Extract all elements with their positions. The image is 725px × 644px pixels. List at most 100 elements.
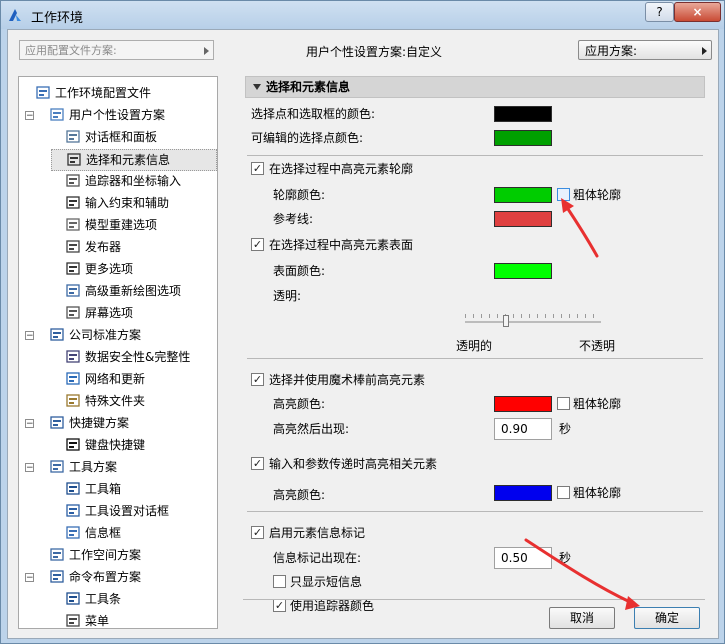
input-highlight-checkbox[interactable]: ✓	[251, 457, 264, 470]
network-icon	[65, 371, 81, 387]
tree-item-label: 信息框	[85, 526, 122, 540]
info-tag-label: 启用元素信息标记	[269, 526, 366, 540]
menu-icon	[65, 613, 81, 629]
dialog-client: 应用配置文件方案: 用户个性设置方案:自定义 应用方案: 工作环境配置文件 − 用户…	[7, 29, 719, 639]
highlight-bold-outline-label: 粗体轮廓	[573, 397, 622, 411]
tree-toggle[interactable]: −	[25, 111, 34, 121]
profile-select-placeholder: 应用配置文件方案:	[25, 44, 117, 57]
sel-points-color-label: 选择点和选取框的颜色:	[251, 107, 376, 121]
tree-item-label: 工作空间方案	[69, 548, 142, 562]
reference-line-label: 参考线:	[273, 212, 314, 226]
title-bar[interactable]: 工作环境 ? ×	[1, 1, 724, 29]
magic-wand-checkbox[interactable]: ✓	[251, 373, 264, 386]
tree-item-label: 工具箱	[85, 482, 122, 496]
sel-points-color-swatch[interactable]	[494, 106, 552, 122]
xyz-tracker-icon	[65, 173, 81, 189]
tree-toggle[interactable]: −	[25, 463, 34, 473]
apply-scheme-button[interactable]: 应用方案:	[578, 40, 712, 60]
app-icon	[9, 9, 21, 21]
tree-toggle[interactable]: −	[25, 573, 34, 583]
help-button[interactable]: ?	[645, 2, 674, 22]
tree-item-label: 追踪器和坐标输入	[85, 174, 182, 188]
surface-color-label: 表面颜色:	[273, 264, 326, 278]
bold-outline-label: 粗体轮廓	[573, 188, 622, 202]
tree-item-label: 网络和更新	[85, 372, 146, 386]
dialog-panel-icon	[65, 129, 81, 145]
info-tag-delay-input[interactable]: 0.50	[494, 547, 552, 569]
tree-item-label: 模型重建选项	[85, 218, 158, 232]
tracker-color-label: 使用追踪器颜色	[290, 599, 375, 613]
tool-scheme-icon	[49, 459, 65, 475]
editable-points-color-swatch[interactable]	[494, 130, 552, 146]
highlight-color-swatch[interactable]	[494, 396, 552, 412]
transparency-slider-thumb[interactable]	[502, 315, 509, 327]
tree-item-label: 命令布置方案	[69, 570, 142, 584]
ok-button[interactable]: 确定	[634, 607, 700, 629]
highlight-outline-label: 在选择过程中高亮元素轮廓	[269, 162, 414, 176]
window-title: 工作环境	[31, 11, 84, 26]
tree-item-label: 屏幕选项	[85, 306, 134, 320]
toolbar-icon	[65, 591, 81, 607]
footer-divider	[243, 599, 705, 600]
data-safety-icon	[65, 349, 81, 365]
top-bar: 应用配置文件方案: 用户个性设置方案:自定义 应用方案:	[8, 30, 718, 68]
model-rebuild-icon	[65, 217, 81, 233]
tree-item-label: 发布器	[85, 240, 122, 254]
workspace-icon	[49, 547, 65, 563]
publisher-icon	[65, 239, 81, 255]
highlight-outline-checkbox[interactable]: ✓	[251, 162, 264, 175]
highlight-delay-unit: 秒	[559, 422, 572, 436]
bold-outline-checkbox[interactable]	[557, 188, 570, 201]
profile-icon	[35, 85, 51, 101]
input-highlight-color-swatch[interactable]	[494, 485, 552, 501]
surface-color-swatch[interactable]	[494, 263, 552, 279]
short-info-checkbox[interactable]	[273, 575, 286, 588]
tree-item-label: 工作环境配置文件	[55, 86, 152, 100]
transparency-slider[interactable]	[465, 321, 601, 323]
highlight-surface-label: 在选择过程中高亮元素表面	[269, 238, 414, 252]
arrow-right-icon	[702, 47, 707, 55]
info-tag-delay-unit: 秒	[559, 551, 572, 565]
collapse-triangle-icon	[253, 84, 261, 90]
tracker-color-checkbox[interactable]: ✓	[273, 599, 286, 612]
editable-points-color-label: 可编辑的选择点颜色:	[251, 131, 364, 145]
highlight-surface-checkbox[interactable]: ✓	[251, 238, 264, 251]
selection-info-icon	[66, 152, 82, 168]
reference-line-color-swatch[interactable]	[494, 211, 552, 227]
tree-item-label: 快捷键方案	[69, 416, 130, 430]
divider	[247, 358, 703, 359]
tree-toggle[interactable]: −	[25, 331, 34, 341]
outline-color-swatch[interactable]	[494, 187, 552, 203]
cancel-button[interactable]: 取消	[549, 607, 615, 629]
highlight-color-label: 高亮颜色:	[273, 397, 326, 411]
arrow-right-icon	[204, 47, 209, 55]
profile-select[interactable]: 应用配置文件方案:	[19, 40, 214, 60]
input-bold-outline-checkbox[interactable]	[557, 486, 570, 499]
tree-toggle[interactable]: −	[25, 419, 34, 429]
highlight-bold-outline-checkbox[interactable]	[557, 397, 570, 410]
current-scheme-label: 用户个性设置方案:自定义	[306, 45, 443, 59]
tree-item[interactable]: 选择和元素信息	[51, 149, 217, 171]
shortcut-scheme-icon	[49, 415, 65, 431]
tree-item-label: 公司标准方案	[69, 328, 142, 342]
transparency-label: 透明:	[273, 289, 302, 303]
info-tag-checkbox[interactable]: ✓	[251, 526, 264, 539]
apply-scheme-label: 应用方案:	[585, 44, 638, 58]
input-highlight-color-label: 高亮颜色:	[273, 488, 326, 502]
tree-item-label: 选择和元素信息	[86, 153, 171, 167]
tree-item-label: 工具设置对话框	[85, 504, 170, 518]
tree-item-label: 用户个性设置方案	[69, 108, 166, 122]
tree-item-label: 工具条	[85, 592, 122, 606]
close-button[interactable]: ×	[674, 2, 721, 22]
company-standards-icon	[49, 327, 65, 343]
folder-icon	[65, 393, 81, 409]
tool-settings-icon	[65, 503, 81, 519]
info-box-icon	[65, 525, 81, 541]
short-info-label: 只显示短信息	[290, 575, 363, 589]
info-tag-delay-label: 信息标记出现在:	[273, 551, 362, 565]
section-header[interactable]: 选择和元素信息	[245, 76, 705, 98]
settings-tree[interactable]: 工作环境配置文件 − 用户个性设置方案 对话框和面板 选择和元素信息 追踪器和坐标输入 输入…	[18, 76, 218, 629]
toolbox-icon	[65, 481, 81, 497]
highlight-delay-input[interactable]: 0.90	[494, 418, 552, 440]
settings-panel: 选择和元素信息 选择点和选取框的颜色: 可编辑的选择点颜色: ✓ 在选择过程中高…	[245, 76, 707, 613]
